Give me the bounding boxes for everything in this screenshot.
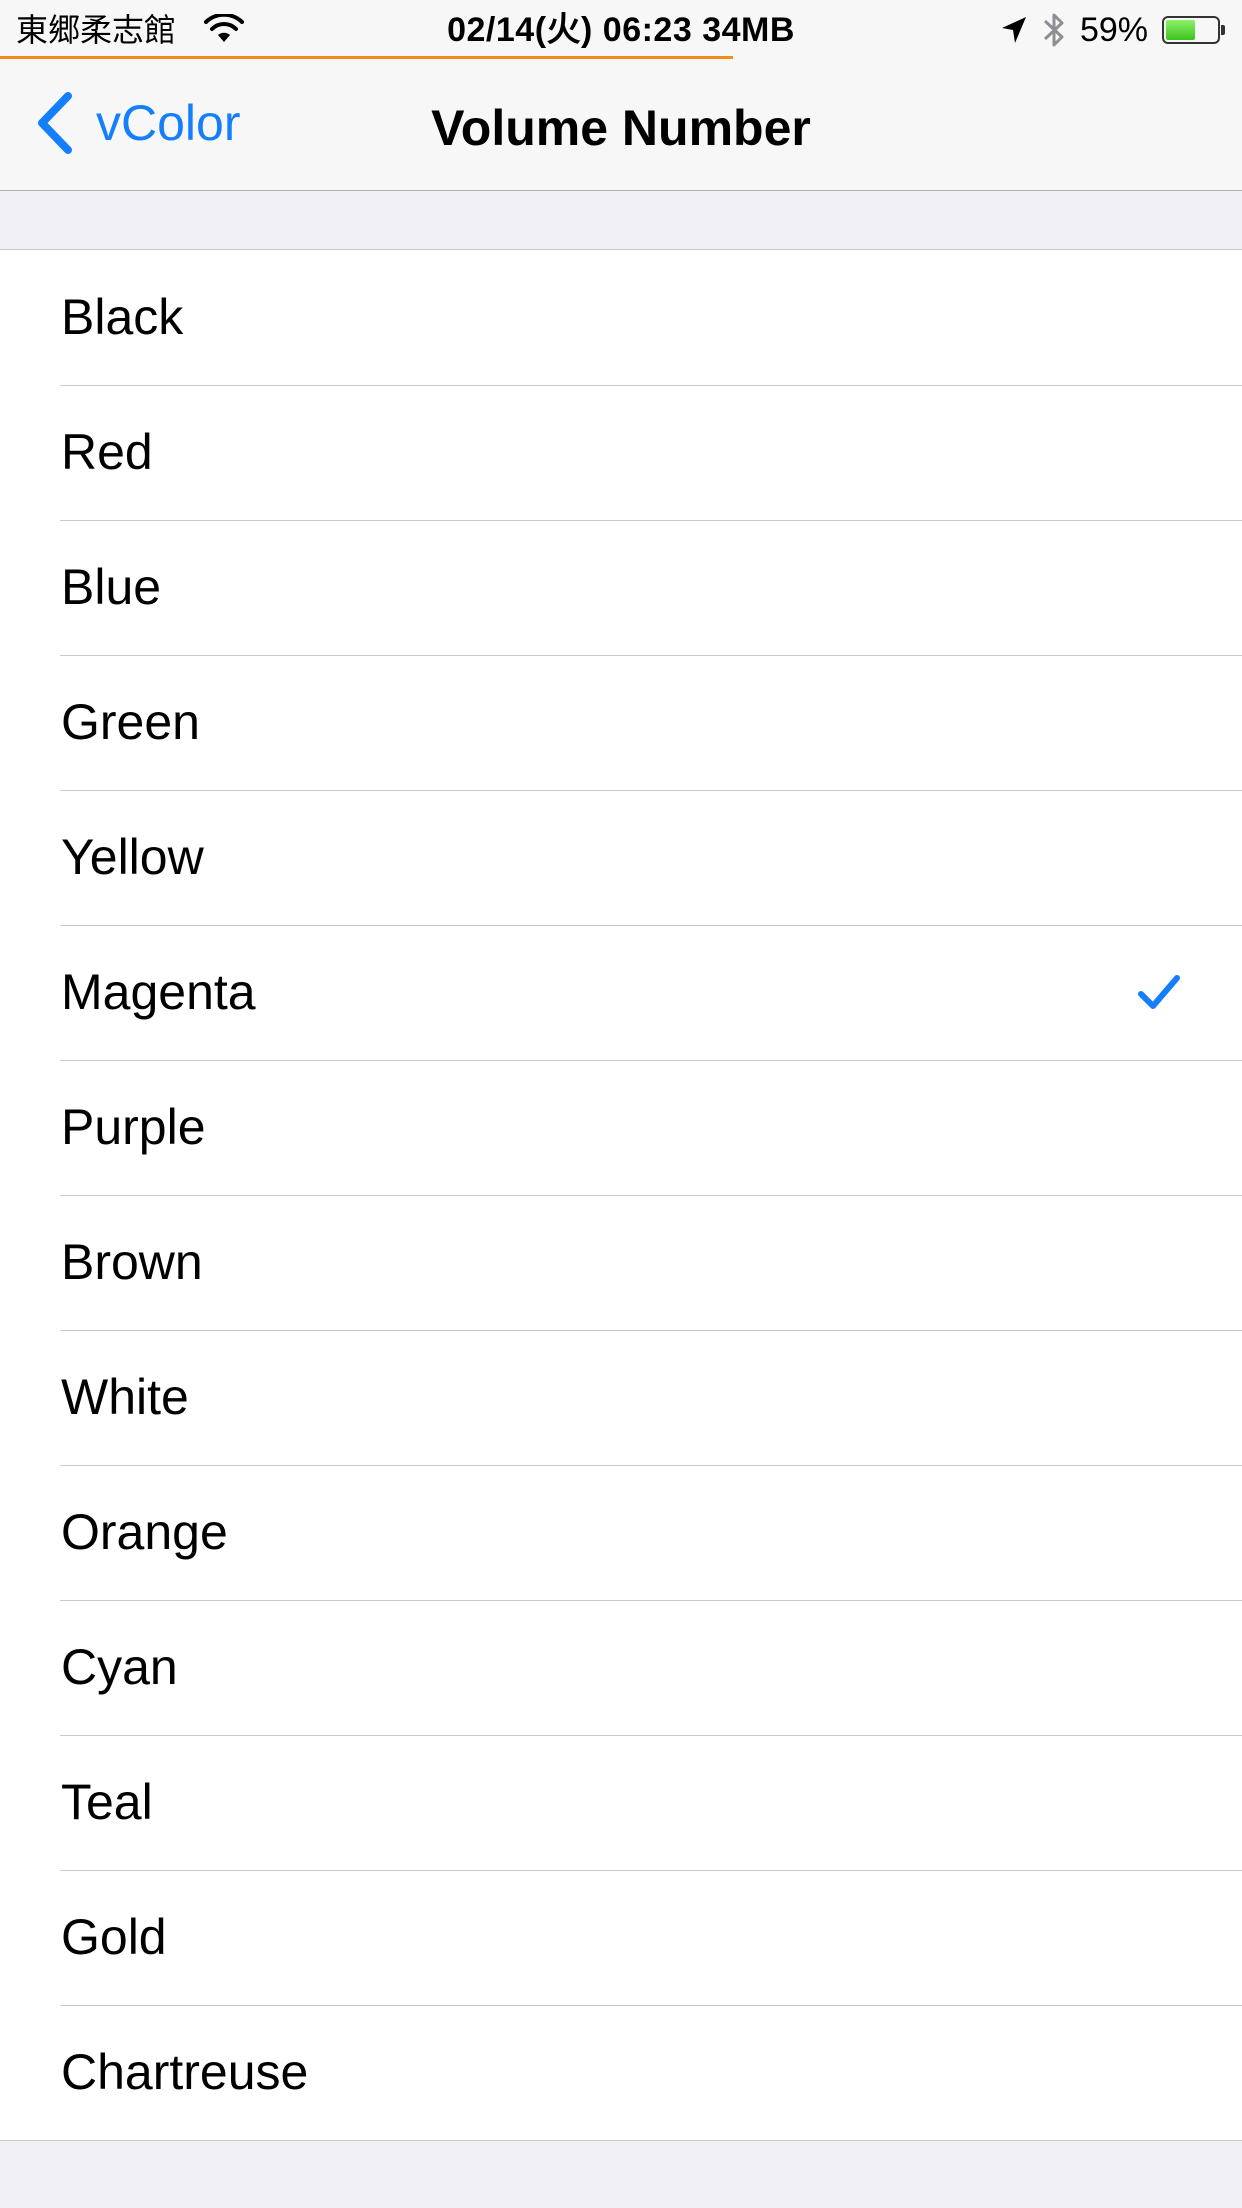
list-item-yellow[interactable]: Yellow bbox=[0, 790, 1242, 925]
list-item-label: Orange bbox=[61, 1504, 228, 1560]
list-item-label: Green bbox=[61, 694, 200, 750]
list-item-blue[interactable]: Blue bbox=[0, 520, 1242, 655]
checkmark-icon bbox=[1138, 975, 1180, 1009]
list-item-teal[interactable]: Teal bbox=[0, 1735, 1242, 1870]
battery-icon bbox=[1162, 16, 1225, 44]
bluetooth-icon bbox=[1043, 13, 1064, 47]
list-item-red[interactable]: Red bbox=[0, 385, 1242, 520]
list-item-white[interactable]: White bbox=[0, 1330, 1242, 1465]
list-item-label: Black bbox=[61, 289, 184, 345]
list-item-label: Magenta bbox=[61, 964, 256, 1020]
list-item-cyan[interactable]: Cyan bbox=[0, 1600, 1242, 1735]
list-item-magenta[interactable]: Magenta bbox=[0, 925, 1242, 1060]
list-item-black[interactable]: Black bbox=[0, 250, 1242, 385]
list-item-label: Chartreuse bbox=[61, 2044, 309, 2100]
battery-fill bbox=[1166, 20, 1196, 40]
list-item-label: Brown bbox=[61, 1234, 203, 1290]
list-item-label: Yellow bbox=[61, 829, 204, 885]
location-arrow-icon bbox=[1001, 17, 1026, 43]
color-options-list: Black Red Blue Green Yellow Magenta Purple Brow… bbox=[0, 249, 1242, 2141]
list-item-label: White bbox=[61, 1369, 189, 1425]
navigation-bar: vColor Volume Number bbox=[0, 60, 1242, 191]
list-item-orange[interactable]: Orange bbox=[0, 1465, 1242, 1600]
list-item-brown[interactable]: Brown bbox=[0, 1195, 1242, 1330]
list-item-label: Gold bbox=[61, 1909, 167, 1965]
list-item-label: Red bbox=[61, 424, 153, 480]
list-item-purple[interactable]: Purple bbox=[0, 1060, 1242, 1195]
list-item-chartreuse[interactable]: Chartreuse bbox=[0, 2005, 1242, 2140]
status-bar: 東郷柔志館 02/14(火) 06:23 34MB 59% bbox=[0, 0, 1242, 60]
battery-percent: 59% bbox=[1079, 11, 1148, 49]
list-item-label: Cyan bbox=[61, 1639, 178, 1695]
status-right-group: 59% bbox=[1000, 8, 1226, 52]
page-title: Volume Number bbox=[431, 100, 811, 156]
page-load-progress-bar bbox=[0, 56, 733, 59]
list-item-label: Purple bbox=[61, 1099, 206, 1155]
list-item-label: Blue bbox=[61, 559, 162, 615]
list-item-gold[interactable]: Gold bbox=[0, 1870, 1242, 2005]
list-item-green[interactable]: Green bbox=[0, 655, 1242, 790]
list-item-label: Teal bbox=[61, 1774, 153, 1830]
